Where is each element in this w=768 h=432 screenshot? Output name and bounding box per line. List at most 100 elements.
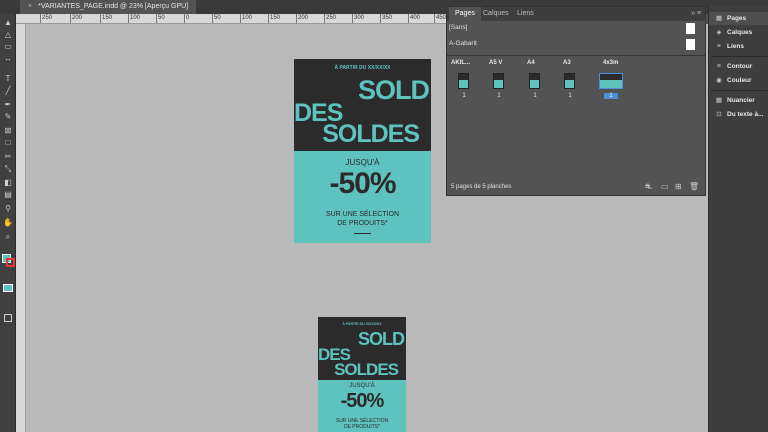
flyer-jusqua-text: JUSQU'À: [345, 158, 380, 167]
master-none[interactable]: [Sans]: [447, 21, 705, 35]
dock-divider: [711, 56, 767, 57]
dock-item-nuancier[interactable]: ▦ Nuancier: [709, 94, 768, 107]
zoom-tool-icon[interactable]: ⌕: [3, 232, 13, 242]
master-thumbnail: [686, 23, 695, 34]
page-number: 1: [533, 93, 537, 99]
stroke-swatch[interactable]: [6, 258, 15, 267]
ruler-tick: 150: [268, 14, 280, 23]
edit-page-size-icon[interactable]: ⛐: [645, 182, 652, 192]
flyer-discount-text: -50%: [329, 167, 396, 200]
eyedropper-tool-icon[interactable]: ⚲: [3, 204, 13, 214]
dock-label: Du texte à...: [727, 111, 764, 118]
flyer-bottom-block: JUSQU'À -50% SUR UNE SÉLECTION DE PRODUI…: [318, 380, 406, 432]
stroke-icon: ≡: [717, 63, 721, 70]
pencil-tool-icon[interactable]: ✎: [3, 112, 13, 122]
flyer-jusqua-text: JUSQU'À: [349, 383, 375, 389]
flyer-description-line2: DE PRODUITS*: [343, 424, 381, 430]
gradient-tool-icon[interactable]: ◧: [3, 178, 13, 188]
dock-item-pages[interactable]: ▦ Pages: [709, 12, 768, 25]
flyer-page-a5[interactable]: À PARTIR DU XX/XX/XX SOLD DES SOLDES JUS…: [294, 59, 431, 243]
hand-tool-icon[interactable]: ✋: [3, 218, 13, 228]
type-tool-icon[interactable]: T: [3, 74, 13, 84]
panel-divider: [447, 55, 705, 56]
vertical-ruler: [16, 24, 26, 432]
flyer-underline: [354, 233, 371, 234]
alternate-layout-akil[interactable]: AKIL...: [451, 57, 470, 69]
alternate-layout-4x3m[interactable]: 4x3m: [603, 57, 618, 69]
new-page-icon[interactable]: ⊞: [675, 182, 682, 192]
rectangle-frame-tool-icon[interactable]: ⊠: [3, 126, 13, 136]
panel-tab-bar: Pages Calques Liens » ≡: [447, 7, 705, 21]
flyer-page-a4[interactable]: À PARTIR DU XX/XX/XX SOLD DES SOLDES JUS…: [318, 317, 406, 432]
new-master-icon[interactable]: ▭: [661, 182, 669, 192]
links-icon: ⚭: [716, 43, 722, 50]
rectangle-tool-icon[interactable]: □: [3, 138, 13, 148]
flyer-bottom-block: JUSQU'À -50% SUR UNE SÉLECTION DE PRODUI…: [294, 151, 431, 243]
page-number: 1: [462, 93, 466, 99]
dock-label: Pages: [727, 15, 747, 22]
delete-page-icon[interactable]: 🗑: [689, 182, 699, 192]
ruler-tick: 450: [434, 14, 446, 23]
scissors-tool-icon[interactable]: ✂: [3, 152, 13, 162]
dock-item-liens[interactable]: ⚭ Liens: [709, 40, 768, 53]
page-number: 1: [497, 93, 501, 99]
document-title: *VARIANTES_PAGE.indd @ 23% [Aperçu GPU]: [38, 3, 189, 10]
ruler-tick: 200: [296, 14, 308, 23]
ruler-tick: 300: [352, 14, 364, 23]
text-frame-icon: ⊡: [716, 111, 722, 118]
color-icon: ◉: [716, 77, 722, 84]
alternate-layout-a3[interactable]: A3: [563, 57, 571, 69]
flyer-soldes-text: SOLDES: [334, 360, 399, 379]
document-tab[interactable]: × *VARIANTES_PAGE.indd @ 23% [Aperçu GPU]: [20, 0, 197, 14]
ruler-tick: 50: [212, 14, 221, 23]
dock-item-calques[interactable]: ◈ Calques: [709, 26, 768, 39]
horizontal-ruler: 250 200 150 100 50 0 50 100 150 200 250 …: [16, 14, 446, 24]
pen-tool-icon[interactable]: ✒: [3, 100, 13, 110]
tab-calques[interactable]: Calques: [477, 7, 515, 21]
flyer-description-line1: SUR UNE SÉLECTION: [325, 211, 400, 218]
page-thumbnail[interactable]: [529, 73, 540, 89]
pages-panel-footer: 5 pages de 5 planches ⛐ ▭ ⊞ 🗑: [447, 179, 705, 195]
alternate-layout-a5[interactable]: A5 V: [489, 57, 502, 69]
page-thumbnail[interactable]: [564, 73, 575, 89]
ruler-tick: 250: [324, 14, 336, 23]
ruler-tick: 50: [156, 14, 165, 23]
gap-tool-icon[interactable]: ↔: [3, 54, 13, 64]
alternate-layout-a4[interactable]: A4: [527, 57, 535, 69]
ruler-tick: 400: [408, 14, 420, 23]
dock-item-couleur[interactable]: ◉ Couleur: [709, 74, 768, 87]
tools-panel: ▲ △ ▭ ↔ T ╱ ✒ ✎ ⊠ □ ✂ ⤡ ◧ ▤ ⚲ ✋ ⌕: [0, 14, 16, 432]
panel-menu-icon[interactable]: » ≡: [691, 7, 701, 21]
tab-liens[interactable]: Liens: [511, 7, 540, 21]
page-count-status: 5 pages de 5 planches: [451, 184, 512, 190]
normal-view-icon[interactable]: [3, 284, 13, 292]
ruler-tick: 0: [184, 14, 189, 23]
flyer-date-text: À PARTIR DU XX/XX/XX: [342, 322, 382, 326]
master-a-gabarit[interactable]: A-Gabarit: [447, 37, 705, 51]
page-thumbnail[interactable]: [493, 73, 504, 89]
ruler-tick: 350: [380, 14, 392, 23]
page-thumbnail-selected[interactable]: [599, 73, 623, 89]
flyer-description-line2: DE PRODUITS*: [337, 220, 388, 227]
close-tab-icon[interactable]: ×: [28, 3, 32, 10]
page-tool-icon[interactable]: ▭: [3, 42, 13, 52]
swatches-icon: ▦: [715, 97, 723, 104]
screen-mode-icon[interactable]: [4, 314, 12, 322]
dock-item-text-to[interactable]: ⊡ Du texte à...: [709, 108, 768, 121]
note-tool-icon[interactable]: ▤: [3, 190, 13, 200]
pages-icon: ▦: [715, 15, 723, 22]
flyer-sold-text: SOLD: [357, 75, 430, 105]
flyer-top-block: À PARTIR DU XX/XX/XX SOLD DES SOLDES: [294, 59, 431, 151]
flyer-sold-text: SOLD: [357, 329, 405, 349]
direct-selection-tool-icon[interactable]: △: [3, 30, 13, 40]
selection-tool-icon[interactable]: ▲: [3, 18, 13, 28]
dock-divider: [711, 90, 767, 91]
flyer-top-block: À PARTIR DU XX/XX/XX SOLD DES SOLDES: [318, 317, 406, 380]
page-thumbnail[interactable]: [458, 73, 469, 89]
pages-panel: Pages Calques Liens » ≡ [Sans] A-Gabarit…: [446, 6, 706, 196]
master-label: A-Gabarit: [449, 40, 477, 47]
dock-item-contour[interactable]: ≡ Contour: [709, 60, 768, 73]
free-transform-tool-icon[interactable]: ⤡: [3, 164, 13, 174]
line-tool-icon[interactable]: ╱: [3, 86, 13, 96]
dock-label: Contour: [727, 63, 753, 70]
